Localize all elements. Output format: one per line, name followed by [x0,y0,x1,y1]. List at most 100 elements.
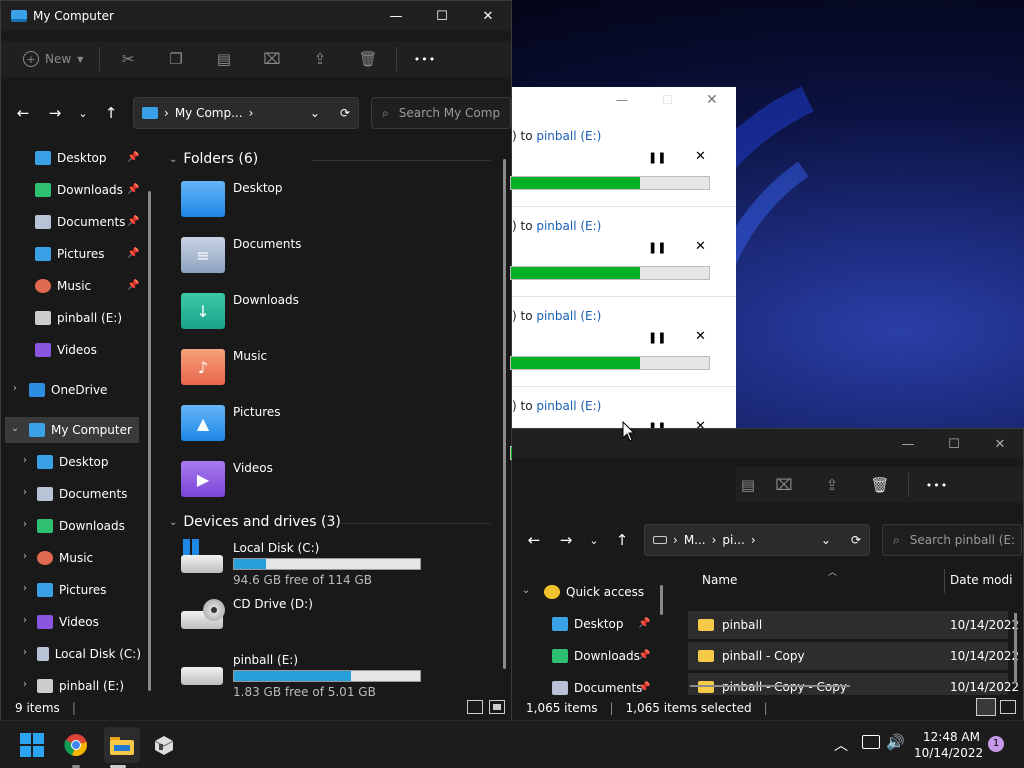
minimize-button[interactable]: — [885,429,931,459]
breadcrumb-my-computer[interactable]: My Comp... [175,106,243,120]
cancel-copy-button[interactable]: ✕ [695,239,706,254]
pause-button[interactable]: ❚❚ [648,241,666,254]
new-button[interactable]: + New ▼ [23,51,95,67]
recent-locations-button[interactable]: ⌄ [582,524,606,556]
file-row[interactable]: pinball 10/14/2022 [688,611,1019,639]
minimize-button[interactable]: — [616,93,628,107]
folder-pictures[interactable]: ▲ Pictures [181,405,281,441]
drive-cd-drive-d[interactable]: CD Drive (D:) [181,597,481,647]
chevron-right-icon[interactable]: › [19,583,31,594]
folder-downloads[interactable]: ↓ Downloads [181,293,299,329]
details-view-icon[interactable] [976,698,996,716]
maximize-button[interactable]: ☐ [419,1,465,31]
show-hidden-icons-button[interactable]: ︿ [834,735,848,755]
drives-section-header[interactable]: ⌄ Devices and drives (3) [169,514,341,530]
destination-link[interactable]: pinball (E:) [536,219,601,233]
chevron-down-icon[interactable]: ⌄ [9,423,21,434]
drive-local-disk-c[interactable]: Local Disk (C:) 94.6 GB free of 114 GB [181,539,481,591]
nav-item-desktop[interactable]: › Desktop [1,449,141,475]
rename-button[interactable]: ⌧ [760,467,808,503]
file-explorer-taskbar-button[interactable] [104,727,140,763]
cancel-copy-button[interactable]: ✕ [695,149,706,164]
copy-button[interactable]: ❐ [152,41,200,77]
share-button[interactable]: ⇪ [296,41,344,77]
content-scrollbar[interactable] [503,159,506,669]
folder-documents[interactable]: ≡ Documents [181,237,301,273]
drive-pinball-e[interactable]: pinball (E:) 1.83 GB free of 5.01 GB [181,653,481,697]
cut-button[interactable]: ✂ [104,41,152,77]
close-button[interactable]: ✕ [977,429,1023,459]
horizontal-scrollbar[interactable] [690,685,850,687]
title-bar[interactable]: My Computer — ☐ ✕ [1,1,511,31]
refresh-icon[interactable]: ⟳ [340,106,350,120]
chevron-down-icon[interactable]: ⌄ [520,585,532,596]
search-input[interactable]: ⌕ Search My Comp [371,97,511,129]
chevron-right-icon[interactable]: › [19,519,31,530]
tiles-view-icon[interactable] [1000,700,1016,714]
start-button[interactable] [16,729,48,761]
folder-desktop[interactable]: Desktop [181,181,283,217]
nav-item-pinball-e[interactable]: pinball (E:) [1,305,141,331]
nav-item-onedrive[interactable]: › OneDrive [1,377,141,403]
nav-item-quick-access[interactable]: ⌄ Quick access [512,579,662,605]
up-button[interactable]: ↑ [606,524,638,556]
folders-section-header[interactable]: ⌄ Folders (6) [169,151,258,167]
more-options-button[interactable]: ••• [913,467,961,503]
close-button[interactable]: ✕ [465,1,511,31]
pause-button[interactable]: ❚❚ [648,151,666,164]
vertical-scrollbar[interactable] [1014,613,1017,683]
nav-item-downloads[interactable]: › Downloads [1,513,141,539]
recent-locations-button[interactable]: ⌄ [71,97,95,129]
chevron-right-icon[interactable]: › [19,551,31,562]
folder-music[interactable]: ♪ Music [181,349,267,385]
nav-item-my-computer[interactable]: ⌄ My Computer [5,417,139,443]
folder-videos[interactable]: ▶ Videos [181,461,273,497]
nav-item-music[interactable]: Music 📌 [1,273,141,299]
nav-item-local-disk-c[interactable]: › Local Disk (C:) [1,641,141,667]
paste-button[interactable]: ▤ [736,467,760,503]
chevron-right-icon[interactable]: › [19,455,31,466]
column-header-date[interactable]: Date modi [950,573,1012,587]
nav-item-downloads[interactable]: Downloads 📌 [512,643,662,669]
nav-item-documents[interactable]: › Documents [1,481,141,507]
search-input[interactable]: ⌕ Search pinball (E: [882,524,1022,556]
back-button[interactable]: ← [518,524,550,556]
chevron-right-icon[interactable]: › [19,615,31,626]
destination-link[interactable]: pinball (E:) [536,399,601,413]
chrome-taskbar-button[interactable] [60,729,92,761]
address-bar[interactable]: › My Comp... › ⌄ ⟳ [133,97,359,129]
title-bar[interactable]: — ☐ ✕ [512,429,1023,457]
notification-badge[interactable]: 1 [988,736,1004,752]
nav-item-desktop[interactable]: Desktop 📌 [512,611,662,637]
nav-item-music[interactable]: › Music [1,545,141,571]
nav-scrollbar[interactable] [148,191,151,691]
address-bar[interactable]: › M... › pi... › ⌄ ⟳ [644,524,870,556]
rename-button[interactable]: ⌧ [248,41,296,77]
network-icon[interactable] [862,735,880,749]
share-button[interactable]: ⇪ [808,467,856,503]
dialog-title-bar[interactable]: — ☐ ✕ [512,87,736,117]
cancel-copy-button[interactable]: ✕ [695,329,706,344]
destination-link[interactable]: pinball (E:) [536,129,601,143]
delete-button[interactable]: 🗑 [856,467,904,503]
chevron-right-icon[interactable]: › [9,383,21,394]
minimize-button[interactable]: — [373,1,419,31]
file-row[interactable]: pinball - Copy 10/14/2022 [688,642,1019,670]
paste-button[interactable]: ▤ [200,41,248,77]
chevron-right-icon[interactable]: › [19,647,31,658]
maximize-button[interactable]: ☐ [662,93,673,107]
nav-item-pictures[interactable]: Pictures 📌 [1,241,141,267]
nav-scrollbar[interactable] [660,585,663,615]
maximize-button[interactable]: ☐ [931,429,977,459]
nav-item-pictures[interactable]: › Pictures [1,577,141,603]
back-button[interactable]: ← [7,97,39,129]
chevron-right-icon[interactable]: › [19,487,31,498]
address-dropdown-icon[interactable]: ⌄ [821,533,831,547]
volume-icon[interactable]: 🔊 [886,733,905,751]
refresh-icon[interactable]: ⟳ [851,533,861,547]
nav-item-videos[interactable]: › Videos [1,609,141,635]
up-button[interactable]: ↑ [95,97,127,129]
more-options-button[interactable]: ••• [401,41,449,77]
nav-item-downloads[interactable]: Downloads 📌 [1,177,141,203]
clock[interactable]: 12:48 AM 10/14/2022 [914,729,983,761]
